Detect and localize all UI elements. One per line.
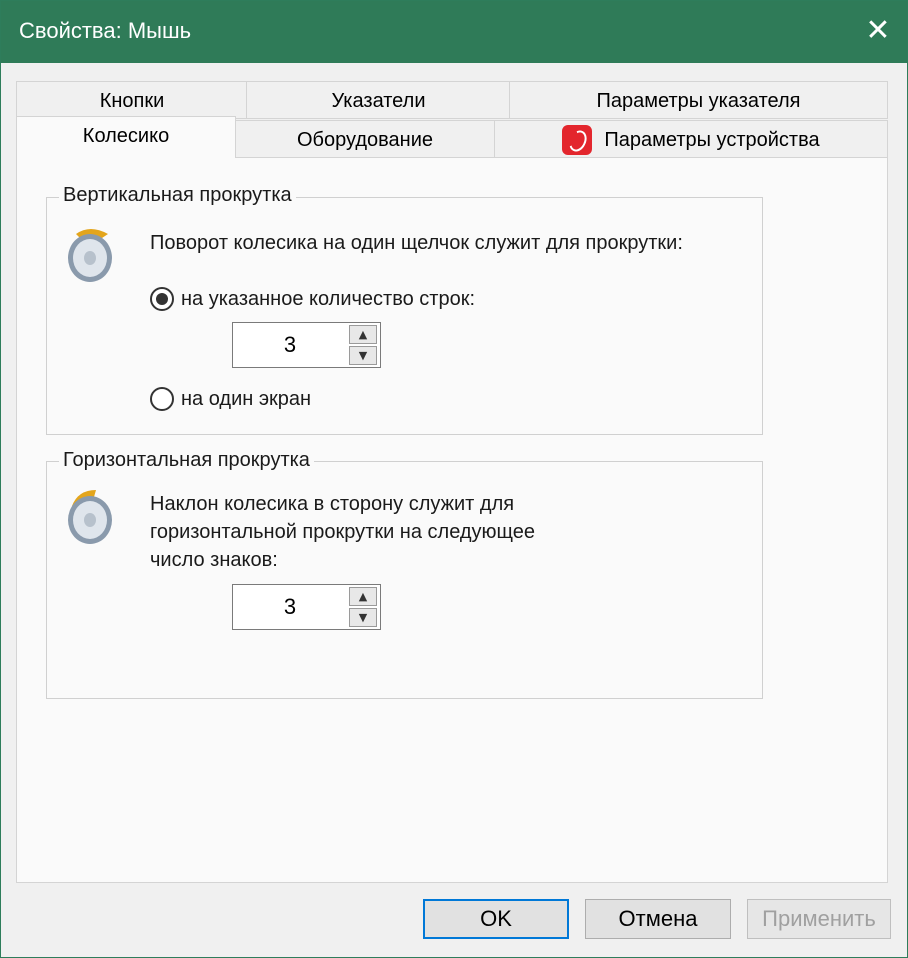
tab-pointers[interactable]: Указатели [246, 81, 511, 119]
tab-pointer-options[interactable]: Параметры указателя [509, 81, 888, 119]
tab-label: Колесико [82, 125, 170, 147]
tab-label: Кнопки [99, 90, 165, 112]
cancel-button[interactable]: Отмена [585, 899, 731, 939]
stepper-up-icon[interactable]: ▲ [349, 587, 377, 606]
radio-lines[interactable] [150, 287, 174, 311]
tab-label: Указатели [331, 90, 426, 112]
horizontal-description-line1: Наклон колесика в сторону служит для [150, 493, 515, 515]
vertical-description: Поворот колесика на один щелчок служит д… [150, 232, 683, 254]
lines-stepper-input[interactable]: 3 [232, 322, 348, 368]
mouse-properties-window: Свойства: Мышь ✕ Кнопки Указатели Параме… [0, 0, 908, 958]
apply-button[interactable]: Применить [747, 899, 891, 939]
stepper-down-icon[interactable]: ▼ [349, 608, 377, 627]
tab-hardware[interactable]: Оборудование [235, 120, 495, 158]
mouse-wheel-icon [68, 229, 112, 282]
ok-button[interactable]: OK [423, 899, 569, 939]
window-title: Свойства: Мышь [19, 18, 192, 43]
vertical-scroll-title: Вертикальная прокрутка [59, 184, 296, 207]
tab-label: Параметры указателя [596, 90, 801, 112]
chars-stepper: ▲ ▼ [347, 584, 381, 630]
chars-stepper-input[interactable]: 3 [232, 584, 348, 630]
horizontal-scroll-title: Горизонтальная прокрутка [59, 449, 314, 472]
tab-panel-wheel: Вертикальная прокрутка Поворот колесика … [16, 157, 888, 883]
mouse-tilt-wheel-icon [68, 490, 112, 544]
tab-buttons[interactable]: Кнопки [16, 81, 248, 119]
title-bar[interactable]: Свойства: Мышь ✕ [1, 1, 907, 63]
stepper-down-icon[interactable]: ▼ [349, 346, 377, 365]
tab-label: Оборудование [296, 129, 434, 151]
radio-lines-label[interactable]: на указанное количество строк: [181, 285, 475, 313]
device-settings-icon [562, 125, 593, 155]
tab-device-settings[interactable]: Параметры устройства [494, 120, 888, 158]
radio-one-screen-label[interactable]: на один экран [181, 385, 311, 413]
lines-stepper: ▲ ▼ [347, 322, 381, 368]
close-icon[interactable]: ✕ [855, 9, 901, 55]
tab-wheel[interactable]: Колесико [16, 116, 236, 158]
stepper-up-icon[interactable]: ▲ [349, 325, 377, 344]
horizontal-description-line2: горизонтальной прокрутки на следующее [150, 521, 536, 543]
tab-label: Параметры устройства [604, 129, 820, 151]
horizontal-description-line3: число знаков: [150, 549, 278, 571]
radio-one-screen[interactable] [150, 387, 174, 411]
